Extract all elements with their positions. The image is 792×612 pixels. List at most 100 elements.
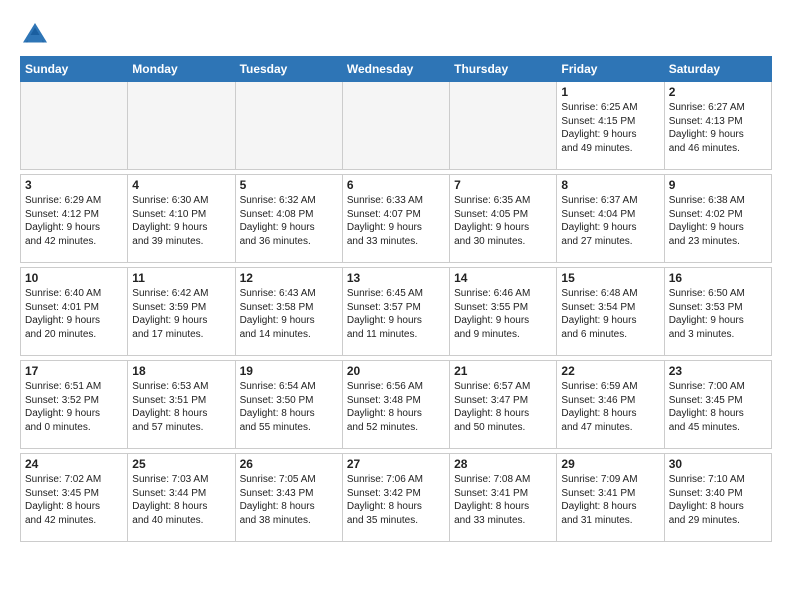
- calendar-cell: 8 Sunrise: 6:37 AM Sunset: 4:04 PM Daylig…: [557, 175, 664, 263]
- day-number: 30: [669, 457, 767, 471]
- day-info: Sunrise: 6:43 AM Sunset: 3:58 PM Dayligh…: [240, 287, 338, 341]
- calendar-cell: 13 Sunrise: 6:45 AM Sunset: 3:57 PM Dayli…: [342, 268, 449, 356]
- day-number: 20: [347, 364, 445, 378]
- logo-icon: [20, 20, 50, 50]
- week-row-2: 3 Sunrise: 6:29 AM Sunset: 4:12 PM Daylig…: [21, 175, 772, 263]
- day-info: Sunrise: 6:35 AM Sunset: 4:05 PM Dayligh…: [454, 194, 552, 248]
- day-info: Sunrise: 6:45 AM Sunset: 3:57 PM Dayligh…: [347, 287, 445, 341]
- day-number: 4: [132, 178, 230, 192]
- day-number: 7: [454, 178, 552, 192]
- calendar-cell: 21Sunrise: 6:57 AM Sunset: 3:47 PM Dayli…: [450, 361, 557, 449]
- day-number: 6: [347, 178, 445, 192]
- calendar-cell: [342, 82, 449, 170]
- calendar-cell: 12 Sunrise: 6:43 AM Sunset: 3:58 PM Dayli…: [235, 268, 342, 356]
- day-info: Sunrise: 7:00 AM Sunset: 3:45 PM Dayligh…: [669, 380, 767, 434]
- week-row-5: 24 Sunrise: 7:02 AM Sunset: 3:45 PM Dayli…: [21, 454, 772, 542]
- day-info: Sunrise: 6:27 AM Sunset: 4:13 PM Dayligh…: [669, 101, 767, 155]
- day-info: Sunrise: 6:59 AM Sunset: 3:46 PM Dayligh…: [561, 380, 659, 434]
- calendar-cell: 20Sunrise: 6:56 AM Sunset: 3:48 PM Dayli…: [342, 361, 449, 449]
- calendar-cell: 23 Sunrise: 7:00 AM Sunset: 3:45 PM Dayli…: [664, 361, 771, 449]
- weekday-header-wednesday: Wednesday: [342, 57, 449, 82]
- day-number: 21: [454, 364, 552, 378]
- day-number: 29: [561, 457, 659, 471]
- day-info: Sunrise: 7:08 AM Sunset: 3:41 PM Dayligh…: [454, 473, 552, 527]
- day-info: Sunrise: 7:02 AM Sunset: 3:45 PM Dayligh…: [25, 473, 123, 527]
- day-number: 9: [669, 178, 767, 192]
- calendar-cell: 15 Sunrise: 6:48 AM Sunset: 3:54 PM Dayli…: [557, 268, 664, 356]
- day-number: 3: [25, 178, 123, 192]
- day-info: Sunrise: 6:37 AM Sunset: 4:04 PM Dayligh…: [561, 194, 659, 248]
- day-info: Sunrise: 6:51 AM Sunset: 3:52 PM Dayligh…: [25, 380, 123, 434]
- day-number: 23: [669, 364, 767, 378]
- calendar-cell: 1 Sunrise: 6:25 AM Sunset: 4:15 PM Daylig…: [557, 82, 664, 170]
- calendar-cell: 27 Sunrise: 7:06 AM Sunset: 3:42 PM Dayli…: [342, 454, 449, 542]
- day-info: Sunrise: 6:38 AM Sunset: 4:02 PM Dayligh…: [669, 194, 767, 248]
- day-info: Sunrise: 7:05 AM Sunset: 3:43 PM Dayligh…: [240, 473, 338, 527]
- day-number: 27: [347, 457, 445, 471]
- weekday-header-saturday: Saturday: [664, 57, 771, 82]
- day-number: 15: [561, 271, 659, 285]
- day-number: 24: [25, 457, 123, 471]
- day-info: Sunrise: 7:06 AM Sunset: 3:42 PM Dayligh…: [347, 473, 445, 527]
- week-row-3: 10 Sunrise: 6:40 AM Sunset: 4:01 PM Dayli…: [21, 268, 772, 356]
- day-info: Sunrise: 7:03 AM Sunset: 3:44 PM Dayligh…: [132, 473, 230, 527]
- calendar-cell: 22 Sunrise: 6:59 AM Sunset: 3:46 PM Dayli…: [557, 361, 664, 449]
- calendar-cell: 28 Sunrise: 7:08 AM Sunset: 3:41 PM Dayli…: [450, 454, 557, 542]
- day-number: 2: [669, 85, 767, 99]
- day-number: 5: [240, 178, 338, 192]
- day-number: 28: [454, 457, 552, 471]
- day-info: Sunrise: 7:10 AM Sunset: 3:40 PM Dayligh…: [669, 473, 767, 527]
- calendar-cell: 19Sunrise: 6:54 AM Sunset: 3:50 PM Dayli…: [235, 361, 342, 449]
- day-info: Sunrise: 6:48 AM Sunset: 3:54 PM Dayligh…: [561, 287, 659, 341]
- weekday-header-thursday: Thursday: [450, 57, 557, 82]
- calendar-cell: 3 Sunrise: 6:29 AM Sunset: 4:12 PM Daylig…: [21, 175, 128, 263]
- day-number: 8: [561, 178, 659, 192]
- day-info: Sunrise: 6:40 AM Sunset: 4:01 PM Dayligh…: [25, 287, 123, 341]
- day-number: 14: [454, 271, 552, 285]
- day-number: 26: [240, 457, 338, 471]
- day-info: Sunrise: 6:46 AM Sunset: 3:55 PM Dayligh…: [454, 287, 552, 341]
- day-number: 25: [132, 457, 230, 471]
- day-info: Sunrise: 6:33 AM Sunset: 4:07 PM Dayligh…: [347, 194, 445, 248]
- calendar-cell: 25 Sunrise: 7:03 AM Sunset: 3:44 PM Dayli…: [128, 454, 235, 542]
- day-number: 1: [561, 85, 659, 99]
- day-number: 17: [25, 364, 123, 378]
- weekday-header-sunday: Sunday: [21, 57, 128, 82]
- weekday-header-monday: Monday: [128, 57, 235, 82]
- day-info: Sunrise: 6:29 AM Sunset: 4:12 PM Dayligh…: [25, 194, 123, 248]
- day-info: Sunrise: 6:53 AM Sunset: 3:51 PM Dayligh…: [132, 380, 230, 434]
- calendar-cell: 30 Sunrise: 7:10 AM Sunset: 3:40 PM Dayli…: [664, 454, 771, 542]
- day-info: Sunrise: 6:30 AM Sunset: 4:10 PM Dayligh…: [132, 194, 230, 248]
- calendar-cell: [21, 82, 128, 170]
- week-row-4: 17 Sunrise: 6:51 AM Sunset: 3:52 PM Dayli…: [21, 361, 772, 449]
- calendar-cell: 9 Sunrise: 6:38 AM Sunset: 4:02 PM Daylig…: [664, 175, 771, 263]
- calendar-cell: 2 Sunrise: 6:27 AM Sunset: 4:13 PM Daylig…: [664, 82, 771, 170]
- page: SundayMondayTuesdayWednesdayThursdayFrid…: [0, 0, 792, 552]
- calendar-cell: [450, 82, 557, 170]
- day-number: 10: [25, 271, 123, 285]
- calendar-cell: 4 Sunrise: 6:30 AM Sunset: 4:10 PM Daylig…: [128, 175, 235, 263]
- calendar-cell: 16 Sunrise: 6:50 AM Sunset: 3:53 PM Dayli…: [664, 268, 771, 356]
- calendar-cell: 18 Sunrise: 6:53 AM Sunset: 3:51 PM Dayli…: [128, 361, 235, 449]
- day-info: Sunrise: 6:32 AM Sunset: 4:08 PM Dayligh…: [240, 194, 338, 248]
- header: [20, 16, 772, 50]
- day-number: 18: [132, 364, 230, 378]
- weekday-header-row: SundayMondayTuesdayWednesdayThursdayFrid…: [21, 57, 772, 82]
- day-number: 19: [240, 364, 338, 378]
- day-number: 13: [347, 271, 445, 285]
- weekday-header-friday: Friday: [557, 57, 664, 82]
- day-number: 12: [240, 271, 338, 285]
- day-info: Sunrise: 6:25 AM Sunset: 4:15 PM Dayligh…: [561, 101, 659, 155]
- calendar-cell: 29 Sunrise: 7:09 AM Sunset: 3:41 PM Dayli…: [557, 454, 664, 542]
- calendar-cell: 24 Sunrise: 7:02 AM Sunset: 3:45 PM Dayli…: [21, 454, 128, 542]
- calendar-cell: 26 Sunrise: 7:05 AM Sunset: 3:43 PM Dayli…: [235, 454, 342, 542]
- calendar-cell: 14 Sunrise: 6:46 AM Sunset: 3:55 PM Dayli…: [450, 268, 557, 356]
- day-info: Sunrise: 6:50 AM Sunset: 3:53 PM Dayligh…: [669, 287, 767, 341]
- weekday-header-tuesday: Tuesday: [235, 57, 342, 82]
- day-number: 16: [669, 271, 767, 285]
- calendar-cell: 6 Sunrise: 6:33 AM Sunset: 4:07 PM Daylig…: [342, 175, 449, 263]
- calendar-cell: [128, 82, 235, 170]
- day-info: Sunrise: 7:09 AM Sunset: 3:41 PM Dayligh…: [561, 473, 659, 527]
- day-number: 22: [561, 364, 659, 378]
- calendar: SundayMondayTuesdayWednesdayThursdayFrid…: [20, 56, 772, 542]
